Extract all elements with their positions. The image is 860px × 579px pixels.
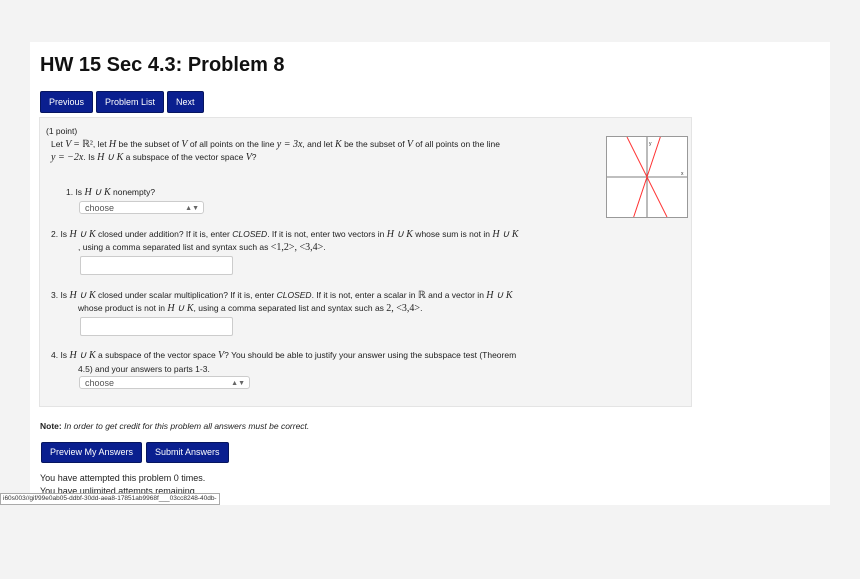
intro-line-1: Let V = ℝ², let H be the subset of V of … xyxy=(51,139,500,150)
y-axis-label: y xyxy=(649,141,652,147)
q4-select[interactable]: choose ▲▼ xyxy=(79,376,250,389)
q2-answer-input[interactable] xyxy=(80,256,233,275)
question-4: 4. Is H ∪ K a subspace of the vector spa… xyxy=(51,350,517,361)
graph-svg: y x xyxy=(607,136,687,218)
question-1: 1. Is H ∪ K nonempty? xyxy=(66,187,156,198)
question-2-cont: , using a comma separated list and synta… xyxy=(78,242,326,253)
intro-line-2: y = −2x. Is H ∪ K a subspace of the vect… xyxy=(51,152,257,163)
line-graph: y x xyxy=(606,136,688,218)
note: Note: In order to get credit for this pr… xyxy=(40,421,310,431)
previous-button[interactable]: Previous xyxy=(40,91,94,113)
problem-list-button[interactable]: Problem List xyxy=(96,91,165,113)
submit-answers-button[interactable]: Submit Answers xyxy=(146,442,229,463)
select-arrows-icon: ▲▼ xyxy=(231,380,245,387)
select-arrows-icon: ▲▼ xyxy=(185,205,199,212)
question-2: 2. Is H ∪ K closed under addition? If it… xyxy=(51,229,519,240)
x-axis-label: x xyxy=(681,171,684,177)
q3-answer-input[interactable] xyxy=(80,317,233,336)
question-3: 3. Is H ∪ K closed under scalar multipli… xyxy=(51,290,513,301)
q1-select[interactable]: choose ▲▼ xyxy=(79,201,204,214)
points-label: (1 point) xyxy=(46,126,78,136)
preview-answers-button[interactable]: Preview My Answers xyxy=(41,442,143,463)
question-4-cont: 4.5) and your answers to parts 1-3. xyxy=(78,364,210,374)
answer-actions: Preview My Answers Submit Answers xyxy=(41,442,229,463)
page-title: HW 15 Sec 4.3: Problem 8 xyxy=(40,54,285,76)
problem-nav: Previous Problem List Next xyxy=(40,91,204,113)
next-button[interactable]: Next xyxy=(167,91,204,113)
page: HW 15 Sec 4.3: Problem 8 Previous Proble… xyxy=(0,42,830,505)
problem-body: (1 point) Let V = ℝ², let H be the subse… xyxy=(39,117,692,407)
attempts-count: You have attempted this problem 0 times. xyxy=(40,473,206,483)
question-3-cont: whose product is not in H ∪ K, using a c… xyxy=(78,303,423,314)
status-bar-url: i60s003//gif/99e0ab05-ddbf-30dd-aea8-178… xyxy=(0,493,220,505)
